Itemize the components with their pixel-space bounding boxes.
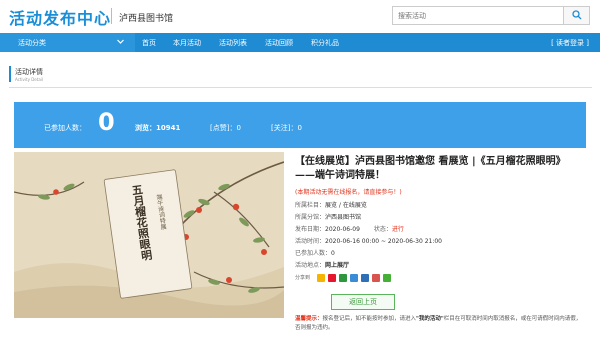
views-count: 浏览：10941: [135, 124, 181, 132]
tip-label: 温馨提示：: [295, 316, 323, 322]
share-label: 分享到: [295, 275, 311, 281]
my-activities-link[interactable]: "我的活动": [416, 316, 444, 322]
site-logo[interactable]: 活动发布中心: [9, 5, 111, 29]
back-button[interactable]: 返回上页: [331, 294, 395, 310]
chevron-down-icon: [117, 39, 124, 44]
header: 活动发布中心 泸西县图书馆: [0, 0, 600, 33]
kaixin-icon[interactable]: [372, 274, 380, 282]
info-row-branch: 所属分馆：泸西县图书馆: [295, 212, 585, 221]
category-label: 活动分类: [18, 39, 46, 47]
follow-button[interactable]: [关注]：0: [271, 123, 302, 133]
info-key: 所属栏目：: [295, 202, 326, 209]
joined-label: 已参加人数：: [44, 124, 86, 132]
activity-info: 【在线展览】泸西县图书馆邀您 看展览 |《五月榴花照眼明》——端午诗词特展！ (…: [295, 155, 585, 331]
douban-icon[interactable]: [339, 274, 347, 282]
info-value: 0: [331, 250, 335, 257]
nav-item-gifts[interactable]: 积分礼品: [311, 38, 339, 48]
nav-item-list[interactable]: 活动列表: [219, 38, 247, 48]
stats-bar: 已参加人数： 0 浏览：10941 [点赞]：0 [关注]：0: [14, 102, 586, 148]
nav-item-month[interactable]: 本月活动: [173, 38, 201, 48]
info-value: 泸西县图书馆: [325, 214, 362, 221]
joined-count: 0: [98, 108, 115, 136]
category-dropdown[interactable]: 活动分类: [0, 33, 135, 52]
share-bar: 分享到: [295, 274, 585, 284]
search-icon: [572, 10, 582, 20]
info-row-column: 所属栏目：展览 / 在线展览: [295, 200, 585, 209]
activity-content: 五月榴花照眼明 端午诗词特展 【在线展览】泸西县图书馆邀您 看展览 |《五月榴花…: [14, 148, 586, 331]
search-box: [392, 6, 590, 25]
info-value: 展览 / 在线展览: [325, 202, 367, 209]
tip-text-part1: 报名登记后，如不能按时参加，请进入: [322, 316, 417, 322]
info-key: 发布日期：: [295, 226, 326, 233]
info-key: 活动地点：: [295, 262, 326, 269]
nav-item-home[interactable]: 首页: [142, 38, 156, 48]
info-key: 已参加人数：: [295, 250, 332, 257]
wechat-icon[interactable]: [383, 274, 391, 282]
info-row-publish-date: 发布日期：2020-06-09 状态：进行: [295, 224, 585, 233]
info-value: 网上展厅: [325, 262, 350, 269]
search-button[interactable]: [563, 7, 589, 24]
qzone-icon[interactable]: [317, 274, 325, 282]
info-value: 2020-06-09: [325, 226, 360, 233]
section-header: 活动详情 Activity Detail: [9, 64, 592, 88]
status-key: 状态：: [373, 226, 392, 233]
info-key: 活动时间：: [295, 238, 326, 245]
status-value: 进行: [391, 226, 404, 233]
section-accent-bar: [9, 66, 11, 82]
renren-icon[interactable]: [361, 274, 369, 282]
search-input[interactable]: [393, 7, 563, 24]
info-row-time: 活动时间：2020-06-16 00:00 ~ 2020-06-30 21:00: [295, 236, 585, 245]
reminder-tip: 温馨提示：报名登记后，如不能按时参加，请进入"我的活动"栏目在可取消时间内取消报…: [295, 315, 585, 333]
activity-poster-image: 五月榴花照眼明 端午诗词特展: [14, 152, 284, 318]
reader-login-link[interactable]: [ 读者登录 ]: [551, 38, 589, 48]
library-name: 泸西县图书馆: [119, 14, 174, 24]
nav-item-review[interactable]: 活动回顾: [265, 38, 293, 48]
weibo-icon[interactable]: [328, 274, 336, 282]
tencent-weibo-icon[interactable]: [350, 274, 358, 282]
main-nav: 活动分类 首页 本月活动 活动列表 活动回顾 积分礼品 [ 读者登录 ]: [0, 33, 600, 52]
section-title: 活动详情: [15, 68, 43, 76]
activity-notice: (本期活动无需在线报名，请直接参与！): [295, 189, 402, 196]
section-subtitle: Activity Detail: [15, 77, 44, 82]
info-key: 所属分馆：: [295, 214, 326, 221]
logo-divider: [111, 8, 112, 24]
info-value: 2020-06-16 00:00 ~ 2020-06-30 21:00: [325, 238, 442, 245]
activity-title: 【在线展览】泸西县图书馆邀您 看展览 |《五月榴花照眼明》——端午诗词特展！: [295, 156, 566, 181]
like-button[interactable]: [点赞]：0: [210, 123, 241, 133]
info-row-location: 活动地点：网上展厅: [295, 260, 585, 269]
info-row-joined: 已参加人数：0: [295, 248, 585, 257]
